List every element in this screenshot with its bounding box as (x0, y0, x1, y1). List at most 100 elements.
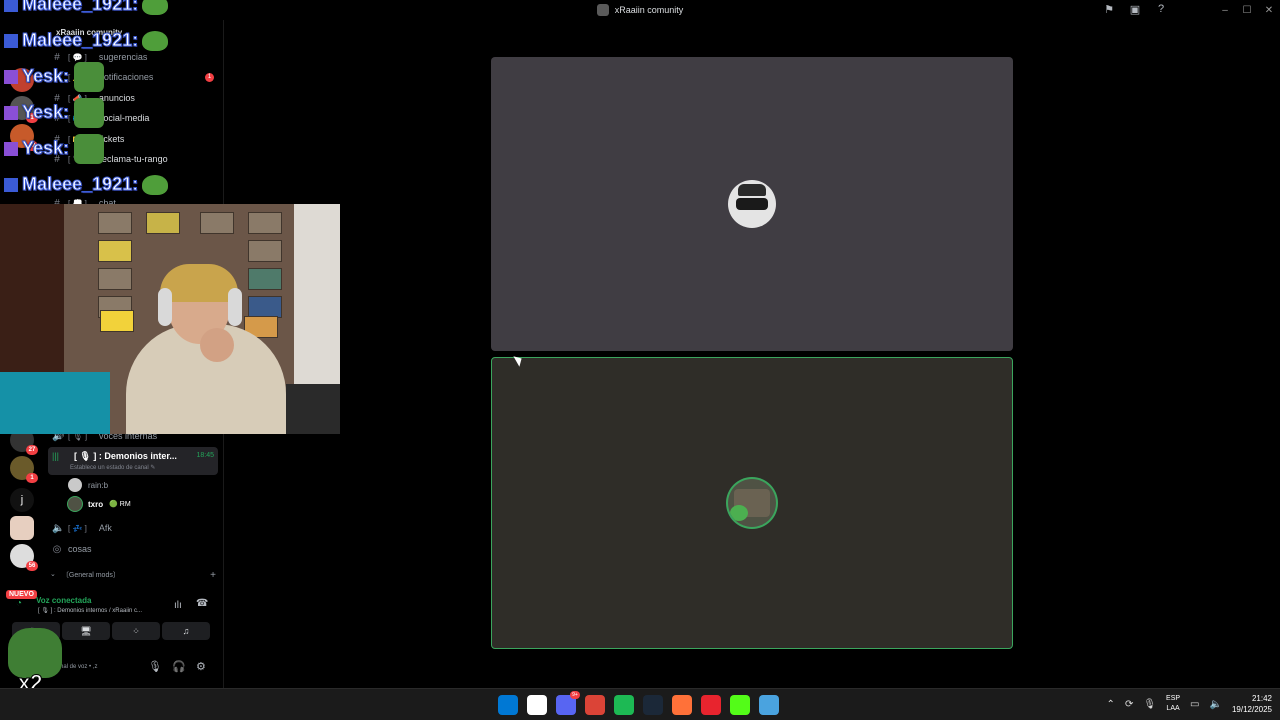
mic-icon[interactable]: 🎙 (148, 660, 162, 673)
chevron-up-icon[interactable]: ⌃ (1107, 699, 1115, 710)
opera-icon[interactable] (701, 695, 721, 715)
gear-icon[interactable]: ⚙ (196, 660, 206, 673)
server-badge: 27 (26, 445, 38, 455)
inbox-icon[interactable]: ▣ (1128, 2, 1142, 16)
voice-tile[interactable] (491, 57, 1013, 351)
noise-suppression-icon[interactable]: ılı (174, 600, 182, 611)
webcam-overlay (0, 204, 340, 434)
network-icon[interactable]: ▭ (1190, 699, 1199, 710)
screen-share-button[interactable]: 🖥 (62, 622, 110, 640)
taskbar-apps: 9+ (498, 691, 779, 715)
channel-status[interactable]: Establece un estado de canal ✎ (70, 464, 155, 471)
chat-badge-icon (4, 0, 18, 13)
overlay-chat-line: Yesk: (4, 66, 70, 87)
window-title: xRaaiin comunity (596, 4, 684, 16)
volume-icon[interactable]: 🔈 (1210, 699, 1222, 710)
flag-icon[interactable]: ⚑ (1102, 2, 1116, 16)
channel-afk[interactable]: 🔈[ 💤 ] Afk (52, 519, 222, 537)
channel-cosas[interactable]: ◎ cosas (52, 540, 222, 558)
avatar (68, 497, 82, 511)
language-indicator[interactable]: ESP LAA (1166, 694, 1180, 714)
pepe-emote-icon (142, 0, 169, 16)
server-item-j[interactable]: j (10, 488, 34, 512)
category-name: 〔General mods〕 (61, 572, 120, 579)
minimize-button[interactable]: – (1214, 0, 1236, 20)
voice-channel-path[interactable]: [ 🎙 ] : Demonios internos / xRaaiin c... (38, 607, 142, 614)
mic-icon[interactable]: 🎙 (1143, 699, 1156, 710)
system-tray: ⌃ ⟳ 🎙 ESP LAA ▭ 🔈 21:42 19/12/2025 (1107, 693, 1272, 715)
active-voice-name: [ 🎙 ] : Demonios inter... (74, 451, 177, 461)
webcam-poster (98, 212, 132, 234)
maximize-button[interactable]: ☐ (1236, 0, 1258, 20)
chevron-down-icon: ⌄ (50, 571, 56, 578)
overlay-chat-line: Yesk: (4, 102, 70, 123)
ubisoft-icon[interactable] (527, 695, 547, 715)
glasses-icon (736, 198, 768, 210)
discord-icon[interactable]: 9+ (556, 691, 580, 715)
channel-name: reclama-tu-rango (99, 154, 168, 164)
channel-hash-icon: # (54, 51, 60, 63)
user-status: nal de voz • ,z (60, 664, 98, 670)
hat-icon (738, 184, 766, 196)
voice-activity-icon: ||| (52, 451, 60, 461)
steam-icon[interactable] (643, 695, 663, 715)
overlay-chat-line: Maleee_1921: (4, 0, 169, 16)
pepe-emote-icon (142, 175, 169, 196)
voice-member[interactable]: txro 🟢 RM (68, 496, 131, 512)
windows-start-icon[interactable] (498, 695, 518, 715)
webcam-poster (146, 212, 180, 234)
headphones-icon[interactable]: 🎧 (172, 660, 186, 673)
signal-icon[interactable]: ◔ (16, 598, 22, 609)
pepe-emote-icon (142, 31, 169, 52)
help-icon[interactable]: ? (1154, 2, 1168, 16)
soundboard-button[interactable]: ♫ (162, 622, 210, 640)
chat-badge-icon (4, 142, 18, 157)
voice-time: 18:45 (196, 452, 214, 459)
forum-icon: ◎ (52, 543, 62, 555)
headphones-icon (228, 288, 242, 326)
server-item[interactable] (10, 516, 34, 540)
active-voice-channel[interactable]: ||| [ 🎙 ] : Demonios inter... 18:45 Esta… (48, 447, 218, 475)
voice-tile-speaking[interactable] (491, 357, 1013, 649)
overlay-chat-line: Yesk: (4, 138, 70, 159)
member-name: rain:b (88, 480, 109, 490)
server-item[interactable]: 56 (10, 544, 38, 571)
server-item[interactable]: 1 (10, 456, 38, 483)
channel-name: social-media (98, 113, 150, 123)
title-bar: xRaaiin comunity ⚑ ▣ ? – ☐ ✕ (0, 0, 1280, 20)
speaker-icon: 🔈 (52, 522, 65, 534)
discord-window: xRaaiin comunity ⚑ ▣ ? – ☐ ✕ 1 19 27 1 j… (0, 0, 1280, 720)
webcam-poster (100, 310, 134, 332)
server-badge: 56 (26, 561, 38, 571)
channel-name: sugerencias (98, 52, 148, 62)
firefox-icon[interactable] (672, 695, 692, 715)
add-channel-icon[interactable]: + (210, 570, 216, 581)
pepe-emote-icon (74, 98, 104, 128)
channel-name: anuncios (98, 93, 135, 103)
notepad-icon[interactable] (759, 695, 779, 715)
activities-button[interactable]: ⁘ (112, 622, 160, 640)
disconnect-icon[interactable]: ☎ (196, 598, 208, 609)
participant-avatar (728, 180, 776, 228)
pepe-emote-icon (74, 62, 104, 92)
channel-bracket: [ 💬 ] (68, 52, 87, 62)
pepe-emote-icon (74, 134, 104, 164)
window-title-text: xRaaiin comunity (614, 5, 684, 15)
webcam-poster (98, 268, 132, 290)
voice-member[interactable]: rain:b (68, 477, 108, 493)
clock[interactable]: 21:42 19/12/2025 (1232, 693, 1272, 715)
server-badge: 1 (26, 473, 38, 483)
voice-status[interactable]: Voz conectada (36, 596, 91, 605)
webcam-person-hand (200, 328, 234, 362)
close-button[interactable]: ✕ (1258, 0, 1280, 20)
pepe-emote-icon (730, 505, 748, 521)
kick-icon[interactable] (730, 695, 750, 715)
member-name: txro (88, 499, 104, 509)
webcam-poster (248, 240, 282, 262)
category-general-mods[interactable]: ⌄ 〔General mods〕 + (50, 570, 220, 581)
sync-icon[interactable]: ⟳ (1125, 699, 1133, 710)
chrome-icon[interactable] (585, 695, 605, 715)
spotify-icon[interactable] (614, 695, 634, 715)
webcam-poster (248, 212, 282, 234)
unread-badge: 1 (205, 72, 214, 82)
